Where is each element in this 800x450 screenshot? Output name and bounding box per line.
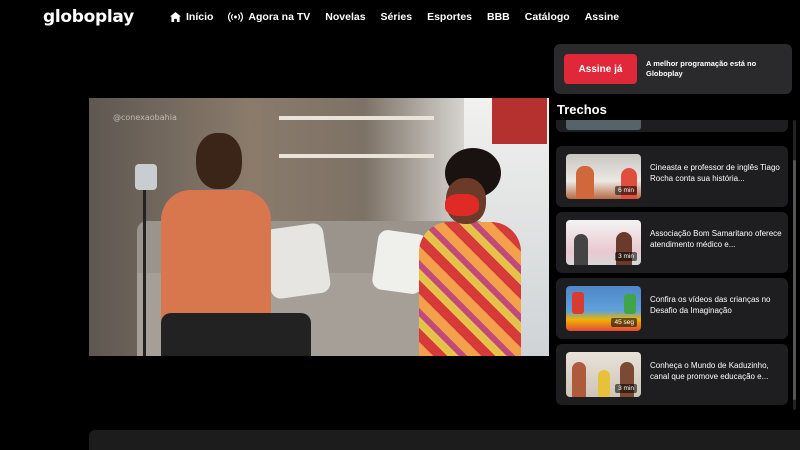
- list-item[interactable]: 3 min Conheça o Mundo de Kaduzinho, cana…: [556, 344, 788, 405]
- list-item[interactable]: 6 min Cineasta e professor de inglês Tia…: [556, 146, 788, 207]
- video-frame-wall-art: [492, 98, 547, 144]
- nav-item-assine[interactable]: Assine: [585, 11, 619, 23]
- list-item-title: Cineasta e professor de inglês Tiago Roc…: [650, 163, 780, 183]
- duration-badge: 3 min: [615, 384, 637, 393]
- video-frame-person-head: [196, 133, 242, 189]
- duration-badge: 45 seg: [611, 318, 637, 327]
- thumbnail-figure: [572, 362, 586, 397]
- broadcast-icon: [228, 12, 244, 22]
- list-item-title: Conheça o Mundo de Kaduzinho, canal que …: [650, 361, 769, 381]
- thumbnail-figure: [574, 234, 588, 265]
- thumbnail: 3 min: [566, 220, 641, 265]
- video-frame-pillow: [262, 222, 332, 300]
- nav-item-novelas[interactable]: Novelas: [325, 11, 365, 23]
- thumbnail: 6 min: [566, 154, 641, 199]
- video-frame-shelf: [279, 116, 434, 120]
- thumbnail-figure: [598, 370, 610, 397]
- nav-label: Novelas: [325, 11, 366, 23]
- subscribe-button[interactable]: Assine já: [564, 54, 637, 84]
- thumbnail: 45 seg: [566, 286, 641, 331]
- list-item[interactable]: 3 min Associação Bom Samaritano oferece …: [556, 212, 788, 273]
- nav-label: Catálogo: [524, 11, 570, 23]
- video-watermark: @conexaobahia: [113, 113, 177, 122]
- top-header: globoplay Início Agora na TV Novelas Sér…: [0, 0, 800, 36]
- video-frame-light: [135, 164, 157, 190]
- list-item[interactable]: 45 seg Confira os vídeos das crianças no…: [556, 278, 788, 339]
- trechos-scrollbar[interactable]: [793, 120, 796, 410]
- main-nav: Início Agora na TV Novelas Séries Esport…: [170, 11, 634, 23]
- thumbnail-figure: [624, 294, 636, 314]
- trechos-list[interactable]: 6 min Cineasta e professor de inglês Tia…: [554, 120, 790, 410]
- list-item-partial[interactable]: [556, 120, 788, 132]
- nav-label: Início: [186, 11, 214, 23]
- nav-item-inicio[interactable]: Início: [170, 11, 213, 23]
- video-frame-shelf: [279, 154, 434, 158]
- video-frame-person-legs: [161, 313, 311, 356]
- video-frame-face-mask: [445, 194, 479, 216]
- video-frame-person: [419, 222, 521, 356]
- section-title: Trechos: [557, 102, 607, 117]
- thumbnail-figure: [576, 166, 594, 199]
- nav-label: BBB: [487, 11, 510, 23]
- list-item-title: Confira os vídeos das crianças no Desafi…: [650, 295, 771, 315]
- list-item-title: Associação Bom Samaritano oferece atendi…: [650, 229, 782, 249]
- video-frame-light-stand: [143, 172, 146, 356]
- scrollbar-thumb[interactable]: [793, 160, 796, 400]
- nav-label: Assine: [584, 11, 620, 23]
- duration-badge: 3 min: [615, 252, 637, 261]
- nav-label: Séries: [380, 11, 413, 23]
- globoplay-logo[interactable]: globoplay: [43, 7, 134, 27]
- home-icon: [170, 12, 181, 22]
- duration-badge: 6 min: [615, 186, 637, 195]
- nav-item-esportes[interactable]: Esportes: [427, 11, 472, 23]
- thumbnail-figure: [572, 292, 584, 314]
- thumbnail: 3 min: [566, 352, 641, 397]
- nav-item-bbb[interactable]: BBB: [487, 11, 510, 23]
- nav-label: Esportes: [427, 11, 473, 23]
- bottom-panel: [89, 430, 800, 450]
- nav-item-series[interactable]: Séries: [381, 11, 413, 23]
- thumbnail: [566, 120, 641, 130]
- nav-item-agora-na-tv[interactable]: Agora na TV: [228, 11, 310, 23]
- subscribe-text: A melhor programação está no Globoplay: [646, 59, 757, 78]
- subscribe-banner: Assine já A melhor programação está no G…: [554, 44, 792, 94]
- video-player[interactable]: @conexaobahia: [89, 98, 549, 356]
- nav-label: Agora na TV: [248, 11, 311, 23]
- nav-item-catalogo[interactable]: Catálogo: [525, 11, 570, 23]
